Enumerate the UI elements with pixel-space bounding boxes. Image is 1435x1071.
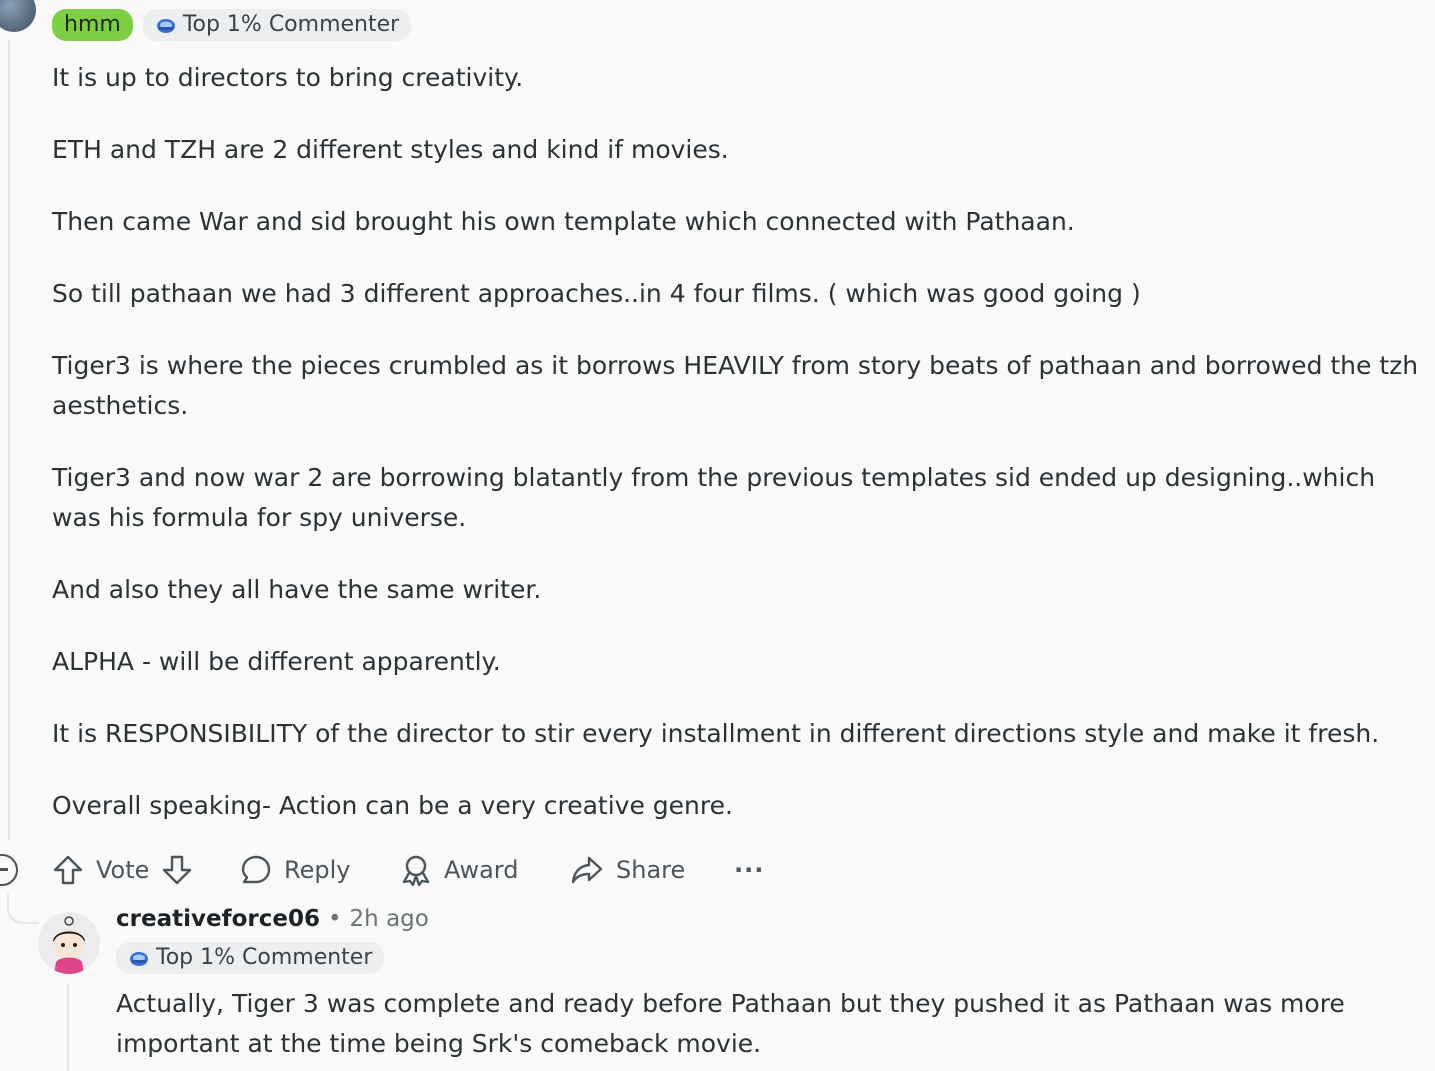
top-commenter-label: Top 1% Commenter <box>182 12 400 37</box>
reply-thread-connector <box>7 894 39 924</box>
reply-body: Actually, Tiger 3 was complete and ready… <box>116 989 1345 1058</box>
comment-paragraph: ETH and TZH are 2 different styles and k… <box>52 135 729 164</box>
comment-flairs: hmm Top 1% Commenter <box>52 9 412 41</box>
reply-username[interactable]: creativeforce06 <box>116 906 320 932</box>
user-flair-hmm: hmm <box>52 9 133 41</box>
comment-paragraph: Overall speaking- Action can be a very c… <box>52 791 733 820</box>
reply-icon <box>240 854 272 886</box>
share-icon <box>570 854 604 886</box>
comment-paragraph: It is RESPONSIBILITY of the director to … <box>52 719 1380 748</box>
more-options-icon: ··· <box>734 856 765 884</box>
commenter-badge-icon <box>128 949 150 967</box>
share-button[interactable]: Share <box>570 846 685 894</box>
award-label: Award <box>444 856 519 884</box>
commenter-badge-icon <box>155 16 177 34</box>
commenter-avatar[interactable] <box>0 0 36 32</box>
comment-paragraph: So till pathaan we had 3 different appro… <box>52 279 1141 308</box>
upvote-icon[interactable] <box>52 854 84 886</box>
top-commenter-badge: Top 1% Commenter <box>142 9 412 41</box>
reply-header: creativeforce06 • 2h ago <box>116 906 429 932</box>
separator-dot: • <box>327 906 342 932</box>
reply-flair-wrapper: Top 1% Commenter <box>116 942 385 974</box>
comment-thread: hmm Top 1% Commenter It is up to directo… <box>0 0 1435 1071</box>
comment-paragraph: And also they all have the same writer. <box>52 575 542 604</box>
top-commenter-badge: Top 1% Commenter <box>116 942 385 974</box>
reply-label: Reply <box>284 856 351 884</box>
thread-line[interactable] <box>8 40 10 840</box>
award-button[interactable]: Award <box>400 846 518 894</box>
vote-label: Vote <box>96 856 150 884</box>
reply-thread-line[interactable] <box>67 984 69 1071</box>
downvote-icon[interactable] <box>161 854 193 886</box>
comment-paragraph: Then came War and sid brought his own te… <box>52 207 1075 236</box>
comment-body: It is up to directors to bring creativit… <box>52 58 1422 858</box>
award-icon <box>400 854 432 886</box>
collapse-thread-button[interactable] <box>0 854 18 886</box>
reply-avatar[interactable] <box>38 912 100 974</box>
reply-button[interactable]: Reply <box>240 846 350 894</box>
comment-paragraph: It is up to directors to bring creativit… <box>52 63 524 92</box>
comment-paragraph: Tiger3 is where the pieces crumbled as i… <box>52 351 1419 420</box>
top-commenter-label: Top 1% Commenter <box>156 945 373 970</box>
reply-timestamp[interactable]: 2h ago <box>350 906 429 932</box>
share-label: Share <box>616 856 686 884</box>
vote-group: Vote <box>52 846 193 894</box>
comment-paragraph: Tiger3 and now war 2 are borrowing blata… <box>52 463 1376 532</box>
more-options-button[interactable]: ··· <box>734 846 764 894</box>
comment-paragraph: ALPHA - will be different apparently. <box>52 647 501 676</box>
